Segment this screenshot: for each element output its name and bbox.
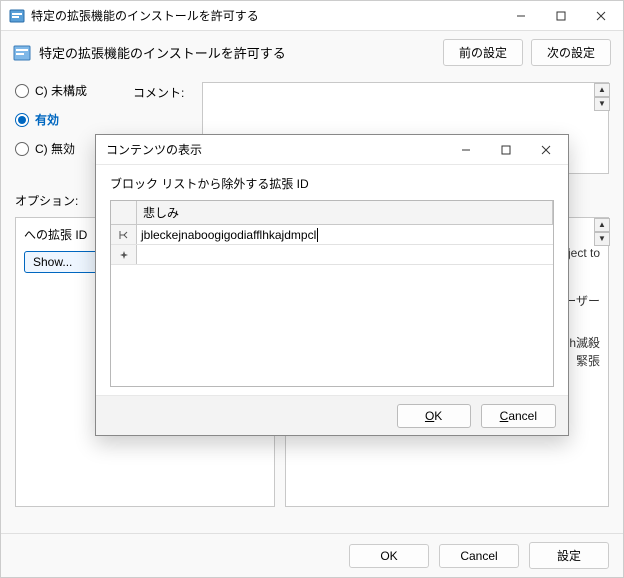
prev-setting-button[interactable]: 前の設定 [443, 39, 523, 66]
minimize-button[interactable] [503, 4, 539, 28]
dialog-maximize-button[interactable] [488, 138, 524, 162]
maximize-button[interactable] [543, 4, 579, 28]
radio-label: C) 未構成 [35, 82, 87, 99]
policy-icon [13, 44, 31, 62]
main-titlebar: 特定の拡張機能のインストールを許可する [1, 1, 623, 31]
radio-label: C) 無効 [35, 140, 75, 157]
window-title: 特定の拡張機能のインストールを許可する [31, 7, 503, 24]
close-button[interactable] [583, 4, 619, 28]
scroll-up-button[interactable]: ▲ [594, 218, 610, 232]
column-header[interactable]: 悲しみ [137, 201, 553, 224]
scroll-down-button[interactable]: ▼ [594, 97, 610, 111]
scroll-down-button[interactable]: ▼ [594, 232, 610, 246]
help-text: 緊張 [576, 354, 600, 368]
dialog-close-button[interactable] [528, 138, 564, 162]
grid-cell-empty[interactable] [137, 245, 553, 264]
cell-text: jbleckejnaboogigodiafflhkajdmpcl [141, 228, 316, 242]
radio-enabled[interactable]: 有効 [15, 111, 115, 128]
comment-label: コメント: [133, 84, 184, 101]
value-grid[interactable]: 悲しみ jbleckejnaboogigodiafflhkajdmpcl [110, 200, 554, 387]
row-indicator-current[interactable] [111, 225, 137, 244]
radio-not-configured[interactable]: C) 未構成 [15, 82, 115, 99]
dialog-title: コンテンツの表示 [106, 141, 448, 158]
row-selector-header [111, 201, 137, 224]
ok-button[interactable]: OK [349, 544, 429, 568]
page-title: 特定の拡張機能のインストールを許可する [39, 43, 435, 62]
dialog-minimize-button[interactable] [448, 138, 484, 162]
scroll-up-button[interactable]: ▲ [594, 83, 610, 97]
policy-icon [9, 8, 25, 24]
cancel-button[interactable]: Cancel [439, 544, 519, 568]
dialog-ok-button[interactable]: OK [397, 404, 471, 428]
next-setting-button[interactable]: 次の設定 [531, 39, 611, 66]
dialog-subtitle: ブロック リストから除外する拡張 ID [110, 175, 554, 192]
grid-cell-value[interactable]: jbleckejnaboogigodiafflhkajdmpcl [137, 225, 553, 244]
ext-ids-label: への拡張 ID [24, 226, 87, 243]
content-dialog: コンテンツの表示 ブロック リストから除外する拡張 ID 悲しみ jblecke… [95, 134, 569, 436]
radio-label: 有効 [35, 111, 59, 128]
dialog-cancel-button[interactable]: Cancel [481, 404, 556, 428]
row-indicator-new[interactable] [111, 245, 137, 264]
settings-button[interactable]: 設定 [529, 542, 609, 569]
